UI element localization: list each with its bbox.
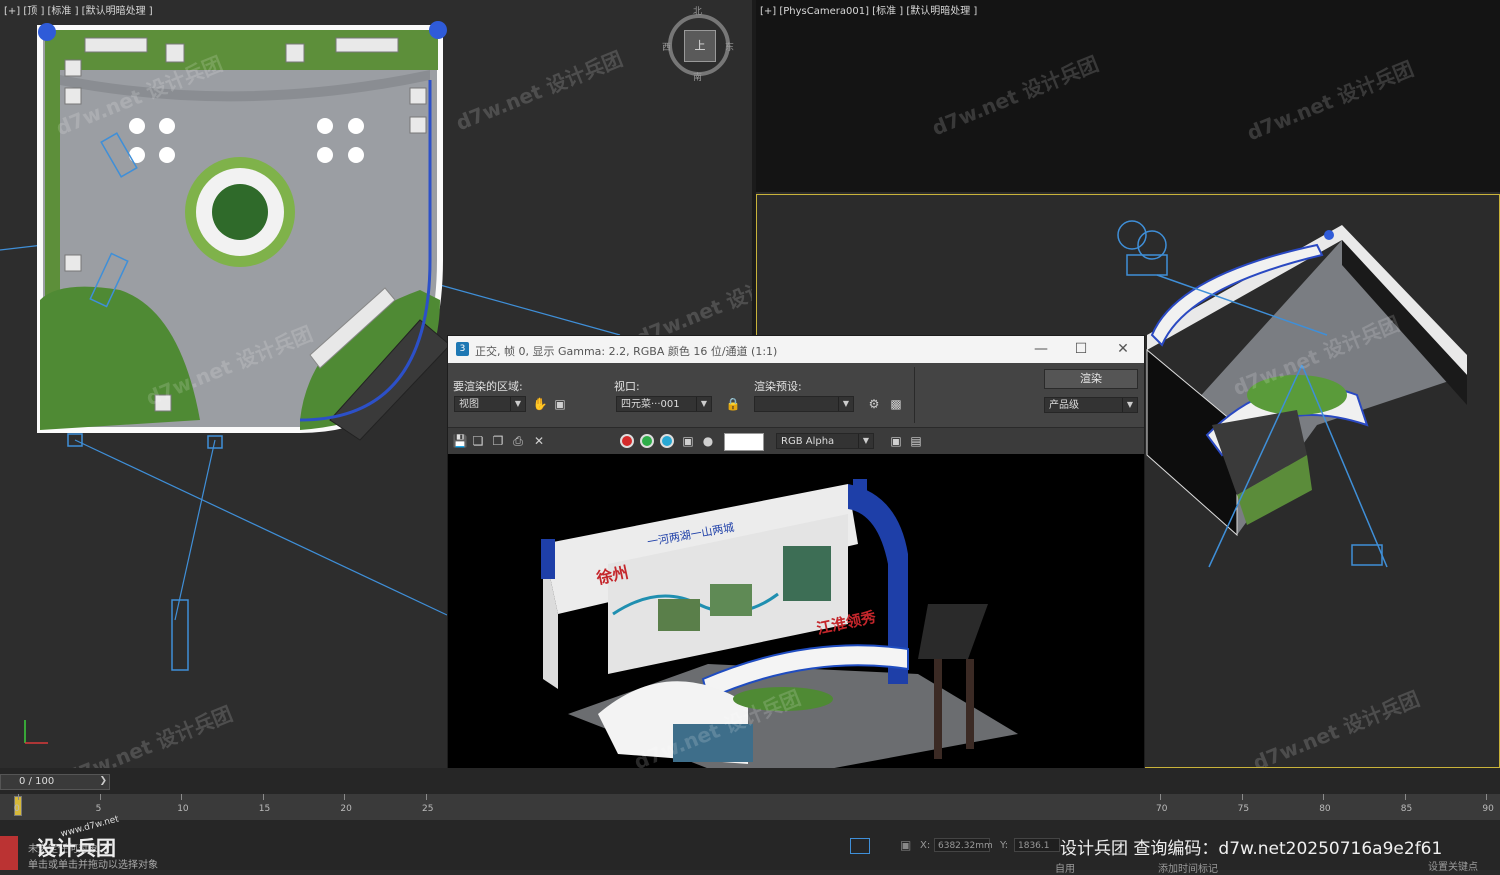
ruler-tick bbox=[1160, 794, 1161, 800]
print-icon[interactable]: ⎙ bbox=[510, 433, 526, 449]
ruler-tick bbox=[99, 794, 101, 800]
ruler-tick bbox=[1241, 794, 1243, 800]
region-select-icon[interactable]: ▣ bbox=[552, 396, 568, 412]
chevron-down-icon: ▼ bbox=[838, 397, 853, 411]
alpha-channel-icon[interactable]: ▣ bbox=[680, 433, 696, 449]
viewcube-south: 南 bbox=[693, 73, 703, 83]
blue-channel-toggle[interactable] bbox=[660, 434, 674, 448]
preset-label: 渲染预设: bbox=[754, 380, 802, 393]
maximize-icon[interactable]: ☐ bbox=[1068, 339, 1094, 359]
viewcube[interactable]: 上 bbox=[668, 14, 730, 76]
y-label: Y: bbox=[1000, 840, 1009, 851]
chevron-down-icon: ▼ bbox=[858, 434, 873, 448]
ruler-tick-label: 85 bbox=[1400, 804, 1413, 814]
auto-key-label[interactable]: 自用 bbox=[1055, 860, 1075, 875]
axis-gizmo bbox=[24, 720, 48, 744]
viewcube-face[interactable]: 上 bbox=[684, 30, 716, 62]
app-icon: 3 bbox=[456, 342, 469, 356]
ruler-tick-label: 25 bbox=[422, 804, 434, 814]
ruler-tick-label: 5 bbox=[95, 804, 102, 814]
frame-counter: 0 / 100 bbox=[19, 776, 55, 787]
ruler-tick-label: 80 bbox=[1319, 804, 1331, 814]
viewport-dropdown[interactable]: 四元菜···001 ▼ bbox=[616, 396, 712, 412]
monochrome-icon[interactable]: ● bbox=[700, 433, 716, 449]
y-coordinate-field[interactable]: 1836.1 bbox=[1014, 838, 1060, 852]
ruler-tick bbox=[262, 794, 264, 800]
channel-value: RGB Alpha bbox=[781, 436, 835, 447]
quality-dropdown[interactable]: 产品级 ▼ bbox=[1044, 397, 1138, 413]
save-icon[interactable]: 💾 bbox=[452, 433, 468, 449]
transform-mode-icon[interactable]: ▣ bbox=[900, 838, 911, 852]
red-channel-toggle[interactable] bbox=[620, 434, 634, 448]
ruler-tick bbox=[1323, 794, 1325, 800]
ruler-tick-label: 10 bbox=[177, 804, 189, 814]
viewport-value: 四元菜···001 bbox=[621, 399, 680, 410]
watermark: d7w.net 设计兵团 bbox=[1243, 56, 1417, 146]
track-bar[interactable]: 0 5 10 15 20 25 70 75 80 85 90 bbox=[0, 794, 1500, 820]
green-channel-toggle[interactable] bbox=[640, 434, 654, 448]
viewcube-north: 北 bbox=[693, 7, 703, 17]
ruler-tick-label: 75 bbox=[1237, 804, 1250, 814]
ruler-tick bbox=[18, 794, 19, 800]
ruler-tick-label: 90 bbox=[1482, 804, 1494, 814]
render-settings-panel: 要渲染的区域: 视图 ▼ ✋ ▣ 视口: 四元菜···001 ▼ 🔒 渲染预设: ▼… bbox=[448, 363, 1144, 428]
render-frame-window[interactable]: 3 正交, 帧 0, 显示 Gamma: 2.2, RGBA 颜色 16 位/通… bbox=[447, 335, 1145, 836]
area-label: 要渲染的区域: bbox=[453, 380, 523, 393]
time-slider-bar[interactable]: 0 / 100 ❯ bbox=[0, 768, 1500, 794]
ruler-tick-label: 0 bbox=[14, 804, 20, 814]
render-frame-title: 正交, 帧 0, 显示 Gamma: 2.2, RGBA 颜色 16 位/通道 … bbox=[475, 345, 778, 358]
ruler-tick bbox=[181, 794, 183, 800]
minimize-icon[interactable]: — bbox=[1028, 339, 1054, 359]
time-slider[interactable]: 0 / 100 ❯ bbox=[0, 774, 110, 790]
viewport-label: 视口: bbox=[614, 380, 640, 393]
status-bar: 未选定任何对象 单击或单击并拖动以选择对象 www.d7w.net 设计兵团 ▣… bbox=[0, 814, 1500, 875]
chevron-down-icon: ▼ bbox=[1122, 398, 1137, 412]
quality-value: 产品级 bbox=[1049, 400, 1079, 411]
environment-icon[interactable]: ▩ bbox=[888, 396, 904, 412]
ruler-tick-label: 15 bbox=[258, 804, 271, 814]
ruler-tick bbox=[426, 794, 427, 800]
ruler-tick-label: 20 bbox=[340, 804, 352, 814]
chevron-down-icon: ▼ bbox=[510, 397, 525, 411]
set-key-button[interactable]: 设置关键点 bbox=[1428, 858, 1478, 873]
watermark: d7w.net 设计兵团 bbox=[928, 51, 1102, 141]
chevron-right-icon[interactable]: ❯ bbox=[99, 776, 107, 786]
render-setup-icon[interactable]: ⚙ bbox=[866, 396, 882, 412]
copy-icon[interactable]: ❏ bbox=[470, 433, 486, 449]
close-icon[interactable]: ✕ bbox=[1110, 339, 1136, 359]
area-value: 视图 bbox=[459, 399, 479, 410]
lock-icon[interactable]: 🔒 bbox=[725, 396, 741, 412]
preset-dropdown[interactable]: ▼ bbox=[754, 396, 854, 412]
color-swatch[interactable] bbox=[724, 433, 764, 451]
chevron-down-icon: ▼ bbox=[696, 397, 711, 411]
x-label: X: bbox=[920, 840, 931, 851]
camera-viewport-label[interactable]: [+] [PhysCamera001] [标准 ] [默认明暗处理 ] bbox=[760, 2, 977, 17]
toggle-ui-icon[interactable]: ▤ bbox=[908, 433, 924, 449]
ruler-tick-label: 70 bbox=[1156, 804, 1168, 814]
add-time-tag[interactable]: 添加时间标记 bbox=[1158, 860, 1218, 875]
isolate-icon[interactable] bbox=[850, 838, 870, 854]
render-frame-titlebar[interactable]: 3 正交, 帧 0, 显示 Gamma: 2.2, RGBA 颜色 16 位/通… bbox=[448, 336, 1144, 363]
camera-viewport[interactable]: [+] [PhysCamera001] [标准 ] [默认明暗处理 ] d7w.… bbox=[756, 0, 1500, 192]
toggle-ui-overlay-icon[interactable]: ▣ bbox=[888, 433, 904, 449]
clone-icon[interactable]: ❐ bbox=[490, 433, 506, 449]
query-code-overlay: 设计兵团 查询编码：d7w.net20250716a9e2f61 bbox=[1060, 839, 1443, 859]
maxscript-listener-icon[interactable] bbox=[0, 836, 18, 870]
logo-text: 设计兵团 bbox=[36, 836, 116, 860]
area-dropdown[interactable]: 视图 ▼ bbox=[454, 396, 526, 412]
viewcube-east: 东 bbox=[725, 43, 735, 53]
channel-dropdown[interactable]: RGB Alpha ▼ bbox=[776, 433, 874, 449]
ruler-tick bbox=[1404, 794, 1406, 800]
ruler-tick bbox=[1486, 794, 1488, 800]
x-coordinate-field[interactable]: 6382.32mm bbox=[934, 838, 993, 852]
ruler-tick bbox=[344, 794, 346, 800]
viewcube-west: 西 bbox=[662, 43, 672, 53]
render-frame-toolbar: 💾 ❏ ❐ ⎙ ✕ ▣ ● RGB Alpha ▼ ▣ ▤ bbox=[448, 428, 1144, 454]
pan-hand-icon[interactable]: ✋ bbox=[532, 396, 548, 412]
clear-icon[interactable]: ✕ bbox=[531, 433, 547, 449]
render-button[interactable]: 渲染 bbox=[1044, 369, 1138, 389]
divider bbox=[914, 367, 915, 423]
